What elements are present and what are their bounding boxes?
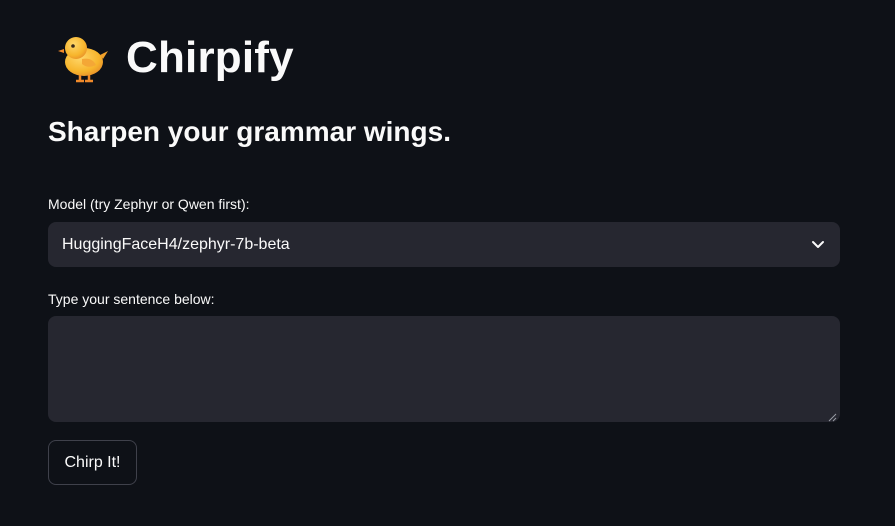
model-select-value: HuggingFaceH4/zephyr-7b-beta <box>62 235 290 253</box>
page-subtitle: Sharpen your grammar wings. <box>48 116 451 147</box>
app-root: Chirpify Sharpen your grammar wings. Mod… <box>0 0 895 526</box>
chevron-down-icon[interactable] <box>810 236 826 252</box>
resize-handle-icon[interactable] <box>827 409 837 422</box>
title-row: Chirpify <box>56 28 294 88</box>
sentence-input-label: Type your sentence below: <box>48 291 215 307</box>
baby-chick-icon <box>56 31 110 85</box>
chirp-it-button[interactable]: Chirp It! <box>48 440 137 485</box>
model-select[interactable]: HuggingFaceH4/zephyr-7b-beta <box>48 222 840 267</box>
sentence-input[interactable] <box>48 316 840 422</box>
page-title: Chirpify <box>126 33 294 82</box>
model-select-label: Model (try Zephyr or Qwen first): <box>48 196 250 212</box>
